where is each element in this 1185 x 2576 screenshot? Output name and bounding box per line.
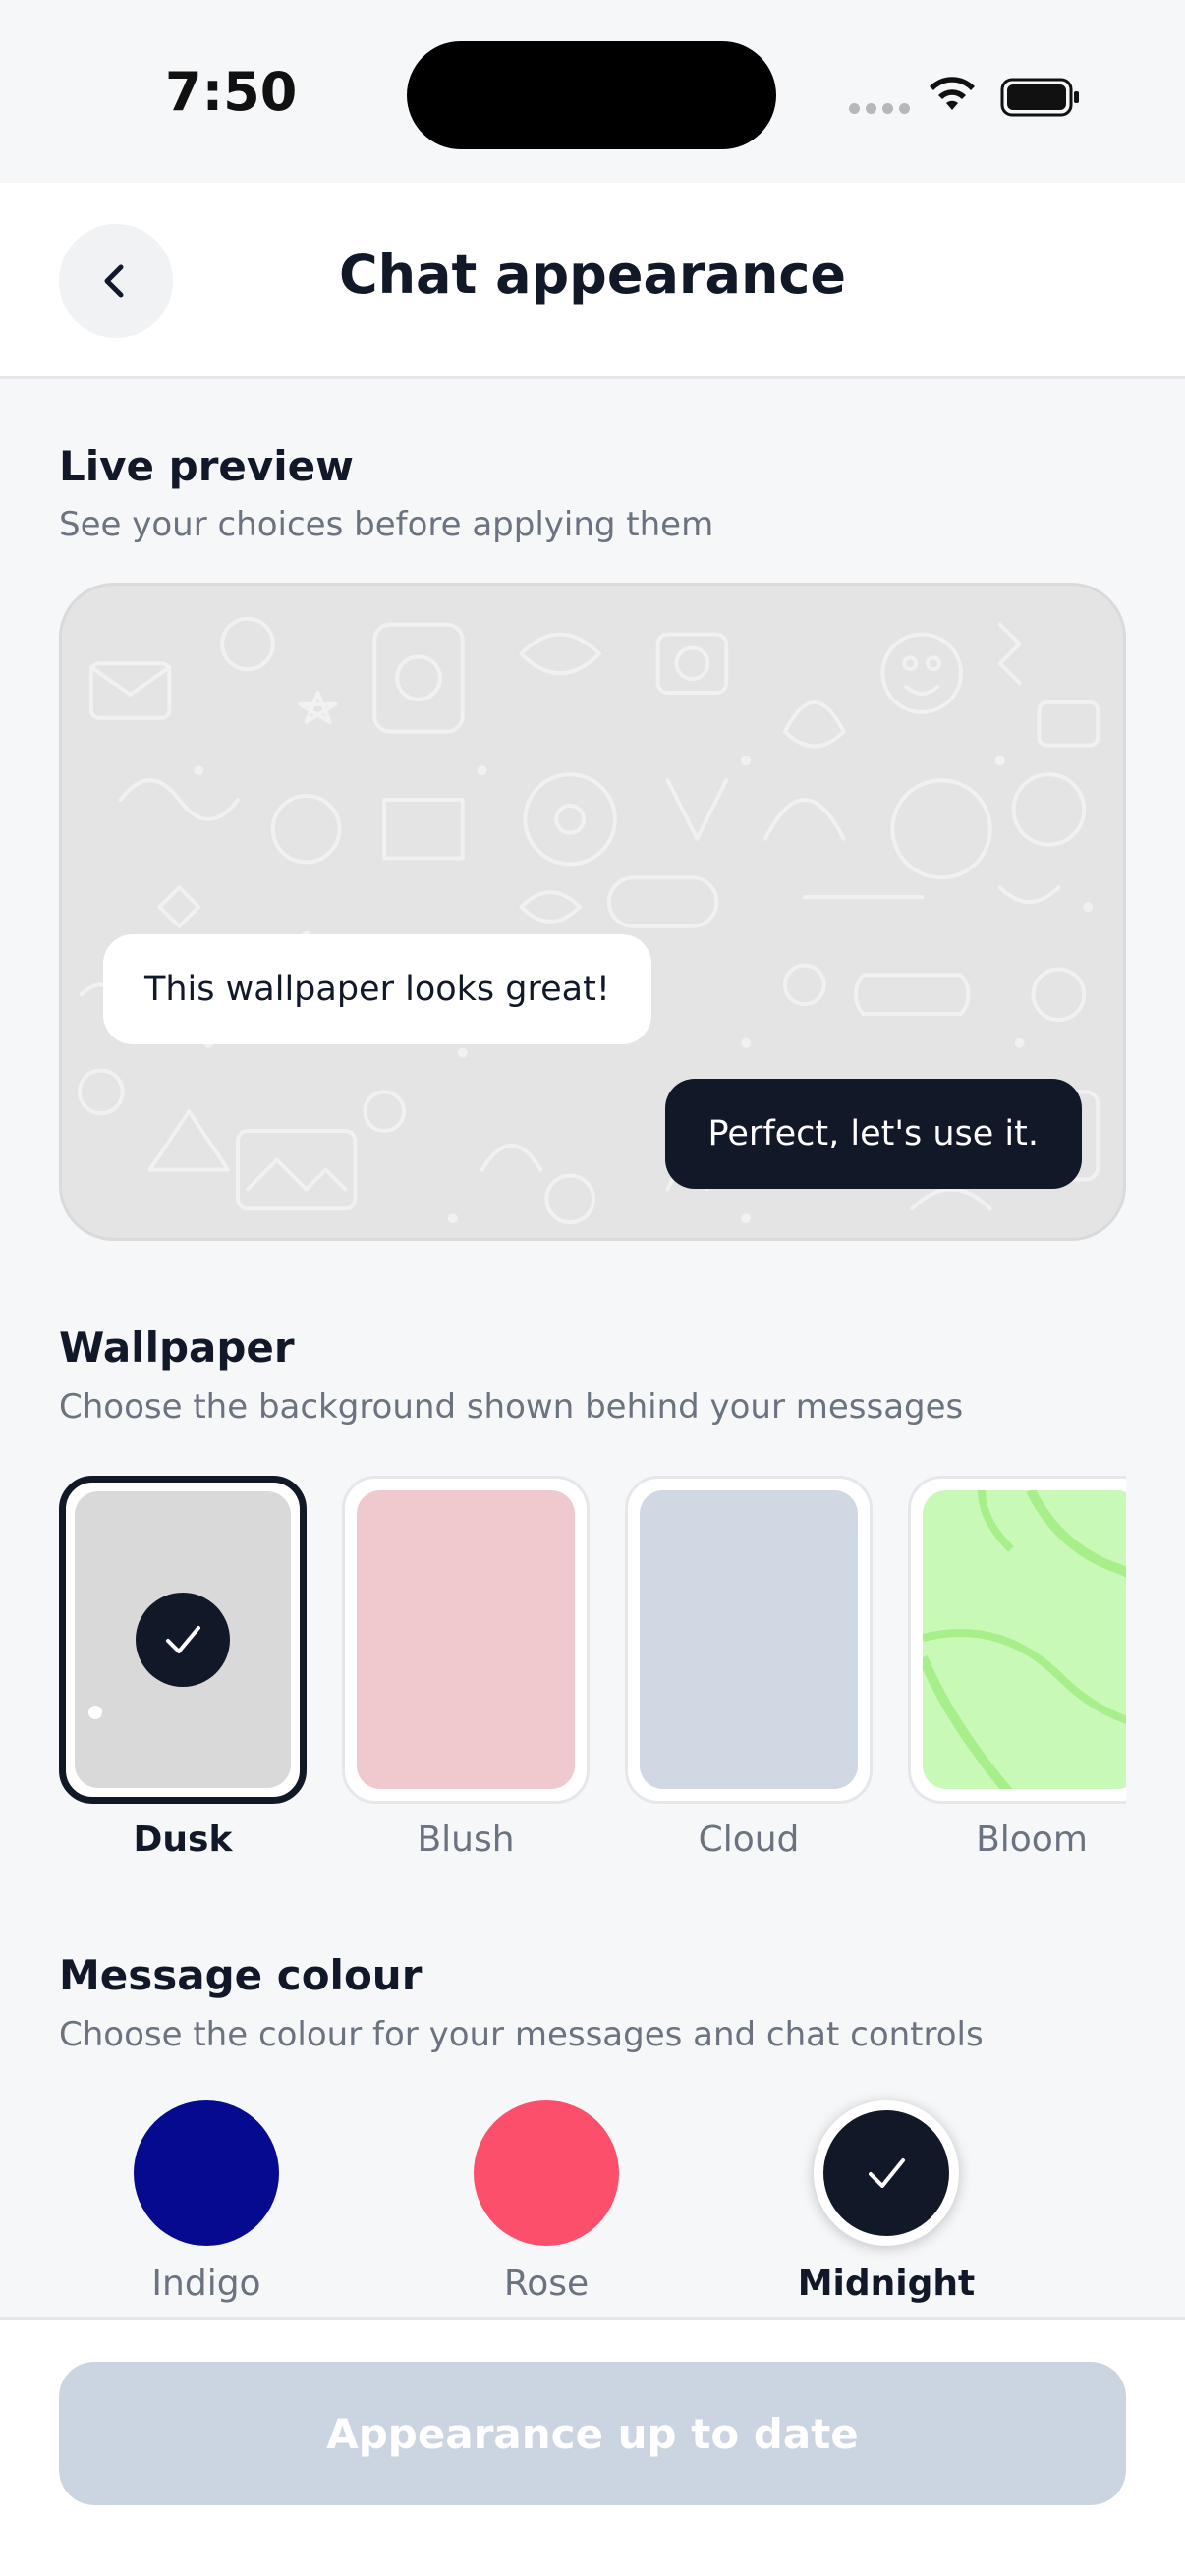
bloom-wave-pattern	[923, 1490, 1126, 1789]
selected-check-icon	[869, 2158, 905, 2188]
wallpaper-section-title: Wallpaper	[59, 1323, 295, 1372]
wallpaper-section-subtitle: Choose the background shown behind your …	[59, 1387, 964, 1427]
bottom-action-bar: Appearance up to date	[0, 2317, 1185, 2576]
wallpaper-swatch	[923, 1490, 1126, 1789]
wallpaper-swatch	[640, 1490, 858, 1789]
wifi-icon	[930, 77, 975, 110]
wallpaper-swatch	[75, 1491, 291, 1788]
wallpaper-card[interactable]	[342, 1476, 590, 1804]
colour-swatch[interactable]	[814, 2100, 959, 2246]
colour-section-subtitle: Choose the colour for your messages and …	[59, 2015, 984, 2054]
colour-label: Indigo	[151, 2264, 261, 2304]
wallpaper-option-cloud[interactable]: Cloud	[625, 1476, 873, 1860]
dynamic-island	[407, 41, 776, 149]
wallpaper-preview: This wallpaper looks great! Perfect, let…	[59, 583, 1126, 1241]
wallpaper-option-bloom[interactable]: Bloom	[908, 1476, 1126, 1860]
wallpaper-option-dusk[interactable]: Dusk	[59, 1476, 307, 1860]
app-header: Chat appearance	[0, 183, 1185, 379]
wallpaper-option-blush[interactable]: Blush	[342, 1476, 590, 1860]
colour-option-indigo[interactable]: Indigo	[88, 2100, 324, 2304]
wallpaper-dot	[88, 1706, 102, 1719]
wallpaper-card[interactable]	[625, 1476, 873, 1804]
colour-option-rose[interactable]: Rose	[428, 2100, 664, 2304]
colour-label: Rose	[503, 2264, 590, 2304]
apply-appearance-button[interactable]: Appearance up to date	[59, 2362, 1126, 2505]
wallpaper-label: Cloud	[698, 1820, 800, 1860]
preview-section-title: Live preview	[59, 442, 354, 490]
wallpaper-label: Blush	[417, 1820, 515, 1860]
wallpaper-swatch	[357, 1490, 575, 1789]
colour-option-midnight[interactable]: Midnight	[768, 2100, 1004, 2304]
wallpaper-card[interactable]	[59, 1476, 307, 1804]
status-bar: 7:50	[0, 0, 1185, 183]
wallpaper-carousel[interactable]: Dusk Blush Cloud Bloom	[59, 1476, 1126, 1878]
wallpaper-label: Dusk	[133, 1820, 233, 1860]
colour-swatch[interactable]	[474, 2100, 619, 2246]
colour-label: Midnight	[797, 2264, 976, 2304]
wallpaper-label: Bloom	[976, 1820, 1088, 1860]
cellular-signal-icon	[849, 103, 910, 114]
selected-check-icon	[136, 1593, 230, 1687]
battery-icon	[1000, 78, 1079, 117]
wallpaper-card[interactable]	[908, 1476, 1126, 1804]
status-time: 7:50	[165, 61, 298, 123]
page-title: Chat appearance	[338, 244, 847, 306]
colour-swatch[interactable]	[134, 2100, 279, 2246]
incoming-message-bubble: This wallpaper looks great!	[103, 934, 651, 1044]
colour-section-title: Message colour	[59, 1951, 423, 1999]
preview-section-subtitle: See your choices before applying them	[59, 505, 714, 544]
outgoing-message-bubble: Perfect, let's use it.	[664, 1079, 1082, 1189]
